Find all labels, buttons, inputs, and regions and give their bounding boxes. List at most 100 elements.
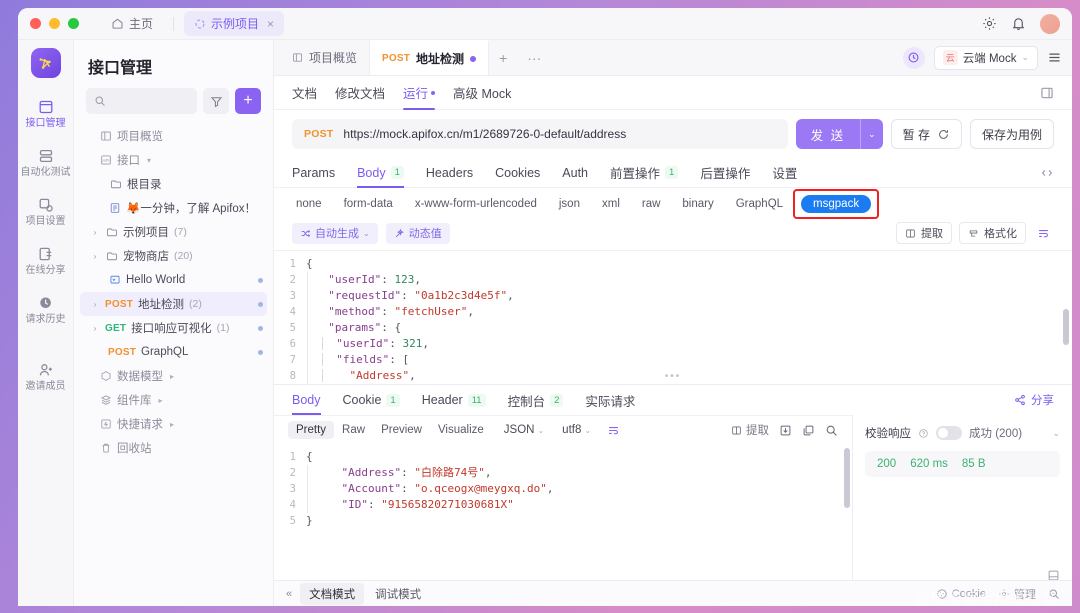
tab-run[interactable]: 运行 — [403, 76, 436, 110]
tab-doc[interactable]: 文档 — [292, 76, 317, 110]
tree-api-address-check[interactable]: › POST 地址检测 (2) — [80, 292, 267, 316]
response-type-select[interactable]: JSON ⌄ — [498, 421, 550, 439]
mode-debug[interactable]: 调试模式 — [366, 583, 430, 605]
format-button[interactable]: 格式化 — [959, 222, 1026, 244]
view-preview[interactable]: Preview — [373, 421, 430, 439]
body-type-none[interactable]: none — [292, 196, 326, 212]
chevron-right-icon[interactable]: › — [90, 300, 100, 309]
tab-project-overview[interactable]: 项目概览 — [280, 40, 371, 75]
body-type-raw[interactable]: raw — [638, 196, 665, 212]
titlebar-tab-project[interactable]: 示例项目 × — [184, 11, 285, 36]
response-tab-body[interactable]: Body — [292, 385, 321, 415]
panel-resize-handle[interactable]: ••• — [665, 371, 682, 382]
response-extract-button[interactable]: 提取 — [731, 422, 769, 438]
tree-item-overview[interactable]: 项目概览 — [80, 124, 267, 148]
tab-address-check[interactable]: POST 地址检测 — [370, 40, 490, 75]
chevron-right-icon[interactable]: ▸ — [170, 420, 174, 429]
sidebar-item-invite-member[interactable]: 邀请成员 — [19, 355, 73, 399]
tree-folder-root[interactable]: 根目录 — [80, 172, 267, 196]
bell-icon[interactable] — [1011, 16, 1026, 31]
tree-group-trash[interactable]: 回收站 — [80, 436, 267, 460]
chevron-down-icon[interactable]: ⌄ — [1052, 428, 1060, 439]
tab-edit-doc[interactable]: 修改文档 — [335, 76, 385, 110]
search-icon[interactable] — [825, 424, 838, 437]
tree-group-api[interactable]: API 接口 ▾ — [80, 148, 267, 172]
sync-icon[interactable] — [902, 46, 925, 69]
body-type-form-data[interactable]: form-data — [340, 196, 397, 212]
tab-settings[interactable]: 设置 — [772, 158, 797, 188]
copy-icon[interactable] — [802, 424, 815, 437]
verify-response-toggle[interactable] — [936, 426, 962, 440]
filter-icon[interactable] — [203, 88, 229, 114]
response-scrollbar[interactable] — [844, 448, 850, 508]
more-tabs-button[interactable]: ··· — [517, 40, 551, 75]
body-type-json[interactable]: json — [555, 196, 584, 212]
tree-folder-sample-project[interactable]: › 示例项目 (7) — [80, 220, 267, 244]
download-icon[interactable] — [779, 424, 792, 437]
cookie-button[interactable]: Cookie — [936, 588, 986, 600]
share-button[interactable]: 分享 — [1014, 392, 1054, 408]
chevron-down-icon[interactable]: ▾ — [147, 156, 151, 165]
refresh-icon[interactable] — [937, 128, 950, 141]
response-tab-console[interactable]: 控制台 2 — [508, 385, 564, 415]
sidebar-item-automation-test[interactable]: 自动化测试 — [19, 141, 73, 185]
tab-auth[interactable]: Auth — [562, 158, 588, 188]
body-type-urlencoded[interactable]: x-www-form-urlencoded — [411, 196, 541, 212]
tab-body[interactable]: Body 1 — [357, 158, 404, 188]
gear-icon[interactable] — [982, 16, 997, 31]
auto-generate-button[interactable]: 自动生成 ⌄ — [292, 222, 378, 244]
response-tab-cookie[interactable]: Cookie 1 — [343, 385, 400, 415]
chevron-right-icon[interactable]: ▸ — [159, 396, 163, 405]
editor-scrollbar[interactable] — [1063, 309, 1069, 345]
menu-icon[interactable] — [1047, 50, 1062, 65]
tab-cookies[interactable]: Cookies — [495, 158, 540, 188]
mock-env-selector[interactable]: 云 云端 Mock ⌄ — [933, 45, 1038, 70]
body-type-graphql[interactable]: GraphQL — [732, 196, 787, 212]
response-tab-actual-request[interactable]: 实际请求 — [585, 385, 640, 415]
mode-doc[interactable]: 文档模式 — [300, 582, 365, 605]
chevron-down-icon[interactable]: ⌄ — [860, 119, 883, 149]
tab-advanced-mock[interactable]: 高级 Mock — [453, 76, 511, 110]
tree-api-hello-world[interactable]: Hello World — [80, 268, 267, 292]
chevron-down-icon[interactable]: ⌄ — [363, 229, 370, 238]
sidebar-item-request-history[interactable]: 请求历史 — [19, 288, 73, 332]
add-tab-button[interactable]: + — [489, 40, 517, 75]
body-type-xml[interactable]: xml — [598, 196, 624, 212]
view-pretty[interactable]: Pretty — [288, 421, 335, 439]
help-icon[interactable] — [918, 428, 929, 439]
add-api-button[interactable]: + — [235, 88, 261, 114]
close-icon[interactable]: × — [267, 17, 274, 31]
body-type-binary[interactable]: binary — [678, 196, 717, 212]
extract-button[interactable]: 提取 — [896, 222, 952, 244]
tree-folder-pet-store[interactable]: › 宠物商店 (20) — [80, 244, 267, 268]
tab-pre-operation[interactable]: 前置操作 1 — [610, 158, 679, 188]
tree-api-response-visualize[interactable]: › GET 接口响应可视化 (1) — [80, 316, 267, 340]
window-controls[interactable] — [30, 18, 79, 29]
tree-doc-apifox-intro[interactable]: 🦊一分钟，了解 Apifox！ — [80, 196, 267, 220]
tab-post-operation[interactable]: 后置操作 — [700, 158, 750, 188]
response-code-view[interactable]: 1{ 2 "Address": "白除路74号", 3 "Account": "… — [274, 444, 852, 580]
tree-group-data-model[interactable]: 数据模型 ▸ — [80, 364, 267, 388]
sidebar-item-project-settings[interactable]: 项目设置 — [19, 190, 73, 234]
response-tab-header[interactable]: Header 11 — [422, 385, 486, 415]
code-icon[interactable] — [1040, 166, 1054, 180]
chevron-right-icon[interactable]: › — [90, 324, 100, 333]
wrap-icon[interactable] — [603, 424, 620, 437]
tree-api-graphql[interactable]: POST GraphQL — [80, 340, 267, 364]
wrap-icon[interactable] — [1033, 222, 1054, 244]
tab-params[interactable]: Params — [292, 158, 335, 188]
chevron-right-icon[interactable]: ▸ — [170, 372, 174, 381]
save-as-case-button[interactable]: 保存为用例 — [969, 119, 1054, 149]
search-input[interactable] — [86, 88, 197, 114]
maximize-window-button[interactable] — [68, 18, 79, 29]
view-raw[interactable]: Raw — [334, 421, 373, 439]
minimize-window-button[interactable] — [49, 18, 60, 29]
url-input[interactable]: POST https://mock.apifox.cn/m1/2689726-0… — [292, 119, 788, 149]
save-draft-button[interactable]: 暂 存 — [890, 119, 962, 149]
manage-button[interactable]: 管理 — [998, 586, 1036, 602]
tab-headers[interactable]: Headers — [426, 158, 473, 188]
view-visualize[interactable]: Visualize — [430, 421, 492, 439]
chevron-right-icon[interactable]: › — [90, 252, 100, 261]
zoom-icon[interactable] — [1048, 588, 1060, 600]
sidebar-item-online-share[interactable]: 在线分享 — [19, 239, 73, 283]
